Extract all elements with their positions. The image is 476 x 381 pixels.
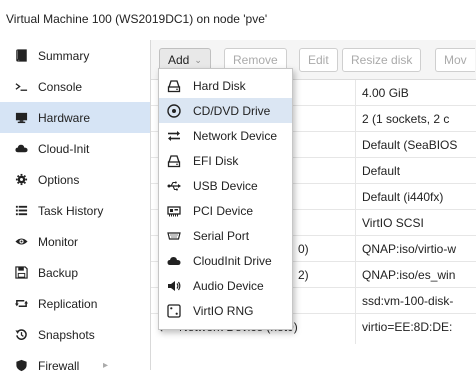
terminal-icon bbox=[14, 80, 28, 94]
menu-item-hard-disk[interactable]: Hard Disk bbox=[159, 73, 292, 98]
menu-item-label: Audio Device bbox=[193, 278, 264, 293]
gear-icon bbox=[14, 173, 28, 187]
sidebar-item-summary[interactable]: Summary bbox=[0, 40, 150, 71]
sidebar-item-label: Replication bbox=[38, 296, 98, 311]
sidebar-item-replication[interactable]: Replication bbox=[0, 288, 150, 319]
usb-icon bbox=[166, 178, 182, 194]
sidebar-item-console[interactable]: Console bbox=[0, 71, 150, 102]
sidebar-item-label: Summary bbox=[38, 48, 90, 63]
serial-port-icon bbox=[166, 228, 182, 244]
sidebar-item-label: Options bbox=[38, 172, 80, 187]
menu-item-efi-disk[interactable]: EFI Disk bbox=[159, 148, 292, 173]
list-icon bbox=[14, 204, 28, 218]
menu-item-pci-device[interactable]: PCI Device bbox=[159, 198, 292, 223]
sidebar-item-label: Snapshots bbox=[38, 327, 95, 342]
menu-item-label: Serial Port bbox=[193, 228, 250, 243]
sidebar-item-label: Console bbox=[38, 79, 83, 94]
cd-dvd-icon bbox=[166, 103, 182, 119]
sidebar-item-label: Backup bbox=[38, 265, 79, 280]
column-divider bbox=[355, 80, 356, 344]
pci-card-icon bbox=[166, 203, 182, 219]
sidebar-item-label: Monitor bbox=[38, 234, 79, 249]
chevron-down-icon: ⌄ bbox=[194, 54, 202, 65]
sidebar-item-backup[interactable]: Backup bbox=[0, 257, 150, 288]
add-hardware-menu: Hard Disk CD/DVD Drive Network Device EF… bbox=[158, 68, 293, 330]
floppy-icon bbox=[14, 266, 28, 280]
sidebar-item-snapshots[interactable]: Snapshots bbox=[0, 319, 150, 350]
menu-item-label: CloudInit Drive bbox=[193, 253, 272, 268]
retweet-icon bbox=[14, 297, 28, 311]
cloud-icon bbox=[14, 142, 28, 156]
monitor-icon bbox=[14, 111, 28, 125]
speaker-icon bbox=[166, 278, 182, 294]
sidebar-item-firewall[interactable]: Firewall ▸ bbox=[0, 350, 150, 381]
eye-icon bbox=[14, 235, 28, 249]
chevron-right-icon: ▸ bbox=[102, 360, 108, 371]
sidebar-item-label: Hardware bbox=[38, 110, 91, 125]
book-icon bbox=[14, 49, 28, 63]
sidebar: Summary Console Hardware Cloud-Init Opti… bbox=[0, 40, 150, 373]
sidebar-item-label: Firewall bbox=[38, 358, 80, 373]
menu-item-cloudinit-drive[interactable]: CloudInit Drive bbox=[159, 248, 292, 273]
sidebar-item-label: Cloud-Init bbox=[38, 141, 90, 156]
move-disk-button[interactable]: Mov bbox=[435, 48, 475, 72]
menu-item-virtio-rng[interactable]: VirtIO RNG bbox=[159, 298, 292, 323]
menu-item-label: Network Device bbox=[193, 128, 278, 143]
sidebar-item-monitor[interactable]: Monitor bbox=[0, 226, 150, 257]
window-title: Virtual Machine 100 (WS2019DC1) on node … bbox=[0, 0, 476, 38]
menu-item-usb-device[interactable]: USB Device bbox=[159, 173, 292, 198]
sidebar-item-task-history[interactable]: Task History bbox=[0, 195, 150, 226]
sidebar-item-label: Task History bbox=[38, 203, 104, 218]
edit-button[interactable]: Edit bbox=[299, 48, 338, 72]
sidebar-item-options[interactable]: Options bbox=[0, 164, 150, 195]
efi-disk-icon bbox=[166, 153, 182, 169]
dice-icon bbox=[166, 303, 182, 319]
shield-icon bbox=[14, 359, 28, 373]
menu-item-cd-dvd-drive[interactable]: CD/DVD Drive bbox=[159, 98, 292, 123]
menu-item-serial-port[interactable]: Serial Port bbox=[159, 223, 292, 248]
sidebar-item-cloud-init[interactable]: Cloud-Init bbox=[0, 133, 150, 164]
menu-item-network-device[interactable]: Network Device bbox=[159, 123, 292, 148]
menu-item-label: PCI Device bbox=[193, 203, 254, 218]
history-icon bbox=[14, 328, 28, 342]
cloud-icon bbox=[166, 253, 182, 269]
hard-disk-icon bbox=[166, 78, 182, 94]
resize-disk-button[interactable]: Resize disk bbox=[342, 48, 422, 72]
menu-item-label: USB Device bbox=[193, 178, 258, 193]
menu-item-label: VirtIO RNG bbox=[193, 303, 254, 318]
menu-item-audio-device[interactable]: Audio Device bbox=[159, 273, 292, 298]
network-exchange-icon bbox=[166, 128, 182, 144]
sidebar-item-hardware[interactable]: Hardware bbox=[0, 102, 150, 133]
menu-item-label: Hard Disk bbox=[193, 78, 246, 93]
menu-item-label: EFI Disk bbox=[193, 153, 239, 168]
menu-item-label: CD/DVD Drive bbox=[193, 103, 271, 118]
